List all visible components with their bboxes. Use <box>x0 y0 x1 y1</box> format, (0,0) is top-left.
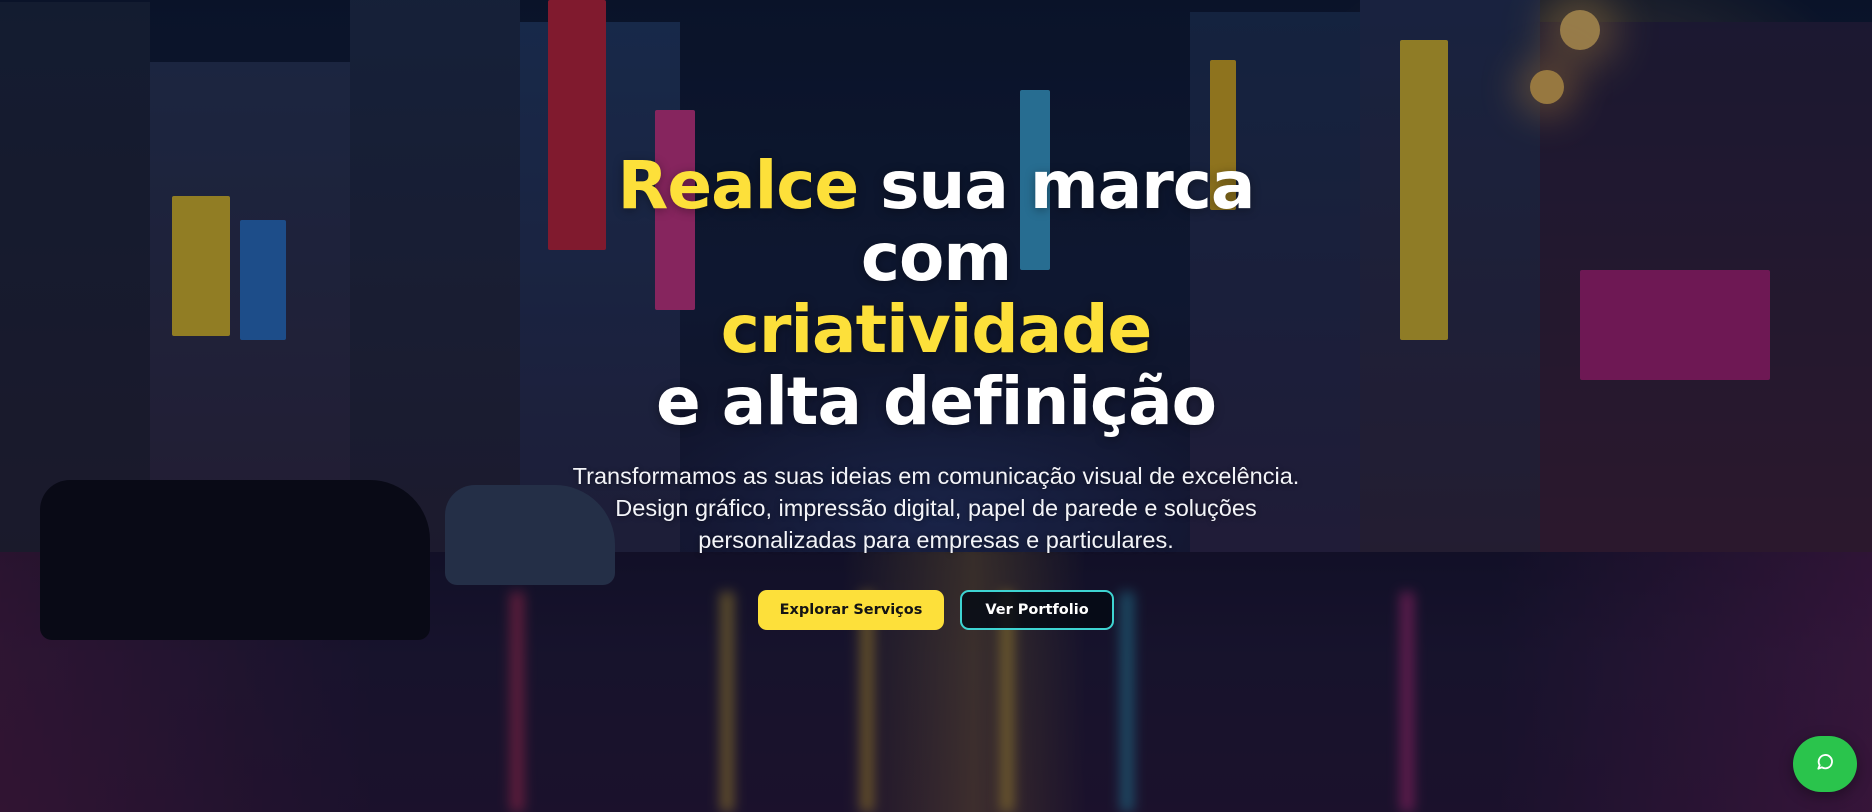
headline-text: sua marca <box>858 147 1255 224</box>
hero-section: Realce sua marca com criatividade e alta… <box>0 0 1872 812</box>
chat-button[interactable] <box>1793 736 1857 792</box>
headline-line-2: com <box>860 219 1012 296</box>
hero-actions: Explorar Serviços Ver Portfolio <box>0 590 1872 630</box>
hero-headline: Realce sua marca com criatividade e alta… <box>0 150 1872 438</box>
headline-accent-word: criatividade <box>720 291 1152 368</box>
hero-content: Realce sua marca com criatividade e alta… <box>0 150 1872 630</box>
headline-line-1: Realce sua marca <box>0 150 1872 222</box>
headline-line-4: e alta definição <box>656 363 1217 440</box>
hero-subtitle: Transformamos as suas ideias em comunica… <box>572 463 1300 553</box>
view-portfolio-button[interactable]: Ver Portfolio <box>960 590 1114 630</box>
explore-services-button[interactable]: Explorar Serviços <box>758 590 944 630</box>
chat-bubble-icon <box>1815 752 1835 776</box>
headline-accent-word: Realce <box>617 147 860 224</box>
